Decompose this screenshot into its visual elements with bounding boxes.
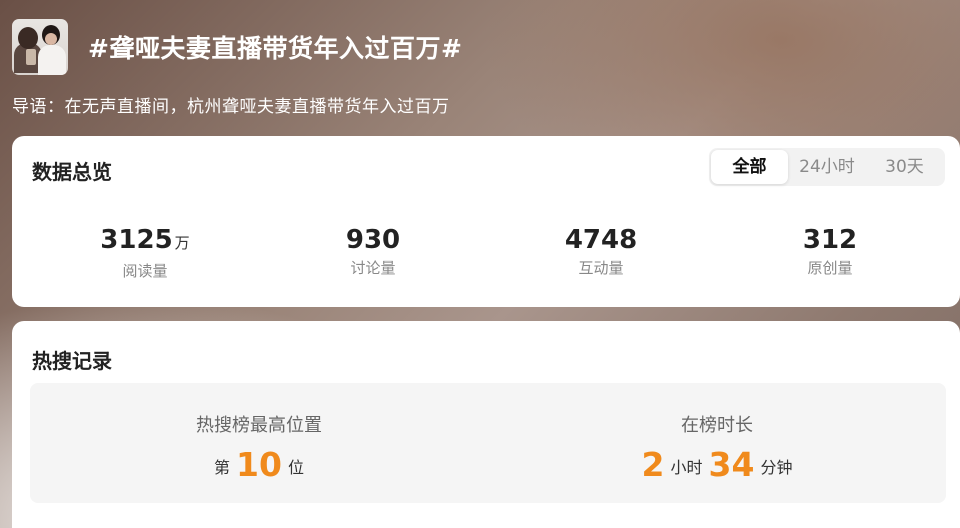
stat-read-count: 3125 万 阅读量 bbox=[30, 224, 260, 283]
stat-value: 930 bbox=[345, 225, 401, 255]
rank-prefix: 第 bbox=[214, 458, 231, 477]
time-range-tabs: 全部 24小时 30天 bbox=[709, 148, 945, 186]
topic-avatar[interactable] bbox=[12, 19, 68, 75]
overview-title: 数据总览 bbox=[32, 160, 112, 184]
hot-search-panel: 热搜榜最高位置 第 10 位 在榜时长 2 小时 34 分钟 bbox=[30, 383, 946, 503]
highest-rank-value: 第 10 位 bbox=[30, 445, 488, 488]
tab-24h[interactable]: 24小时 bbox=[788, 150, 866, 184]
stat-value: 312 bbox=[802, 225, 858, 255]
topic-lead: 导语：在无声直播间，杭州聋哑夫妻直播带货年入过百万 bbox=[12, 97, 450, 117]
time-on-list: 在榜时长 2 小时 34 分钟 bbox=[488, 383, 946, 503]
stat-label: 讨论量 bbox=[350, 259, 396, 277]
topic-title: #聋哑夫妻直播带货年入过百万# bbox=[88, 34, 463, 63]
tab-30d[interactable]: 30天 bbox=[866, 150, 943, 184]
minutes-unit: 分钟 bbox=[760, 458, 793, 477]
hours-number: 2 bbox=[641, 445, 665, 484]
hot-search-title: 热搜记录 bbox=[32, 349, 112, 373]
highest-rank: 热搜榜最高位置 第 10 位 bbox=[30, 383, 488, 503]
stat-unit: 万 bbox=[174, 234, 190, 252]
stat-value: 4748 bbox=[564, 225, 638, 255]
stat-discussion-count: 930 讨论量 bbox=[258, 224, 488, 280]
hours-unit: 小时 bbox=[670, 458, 703, 477]
stat-label: 阅读量 bbox=[122, 262, 168, 280]
rank-suffix: 位 bbox=[287, 458, 304, 477]
hot-search-card: 热搜记录 热搜榜最高位置 第 10 位 在榜时长 2 小时 34 分钟 bbox=[12, 321, 960, 528]
time-on-list-label: 在榜时长 bbox=[681, 415, 753, 436]
data-overview-card: 数据总览 全部 24小时 30天 3125 万 阅读量 930 讨论量 4748 … bbox=[12, 136, 960, 307]
stat-original-count: 312 原创量 bbox=[715, 224, 945, 280]
minutes-number: 34 bbox=[708, 445, 755, 484]
stat-value: 3125 万 bbox=[100, 225, 190, 255]
rank-number: 10 bbox=[236, 445, 282, 484]
highest-rank-label: 热搜榜最高位置 bbox=[196, 415, 322, 436]
stat-label: 互动量 bbox=[578, 259, 624, 277]
stat-label: 原创量 bbox=[807, 259, 853, 277]
topic-header: #聋哑夫妻直播带货年入过百万# bbox=[12, 16, 952, 76]
time-on-list-value: 2 小时 34 分钟 bbox=[488, 445, 946, 488]
tab-all[interactable]: 全部 bbox=[711, 150, 788, 184]
stat-interaction-count: 4748 互动量 bbox=[486, 224, 716, 280]
